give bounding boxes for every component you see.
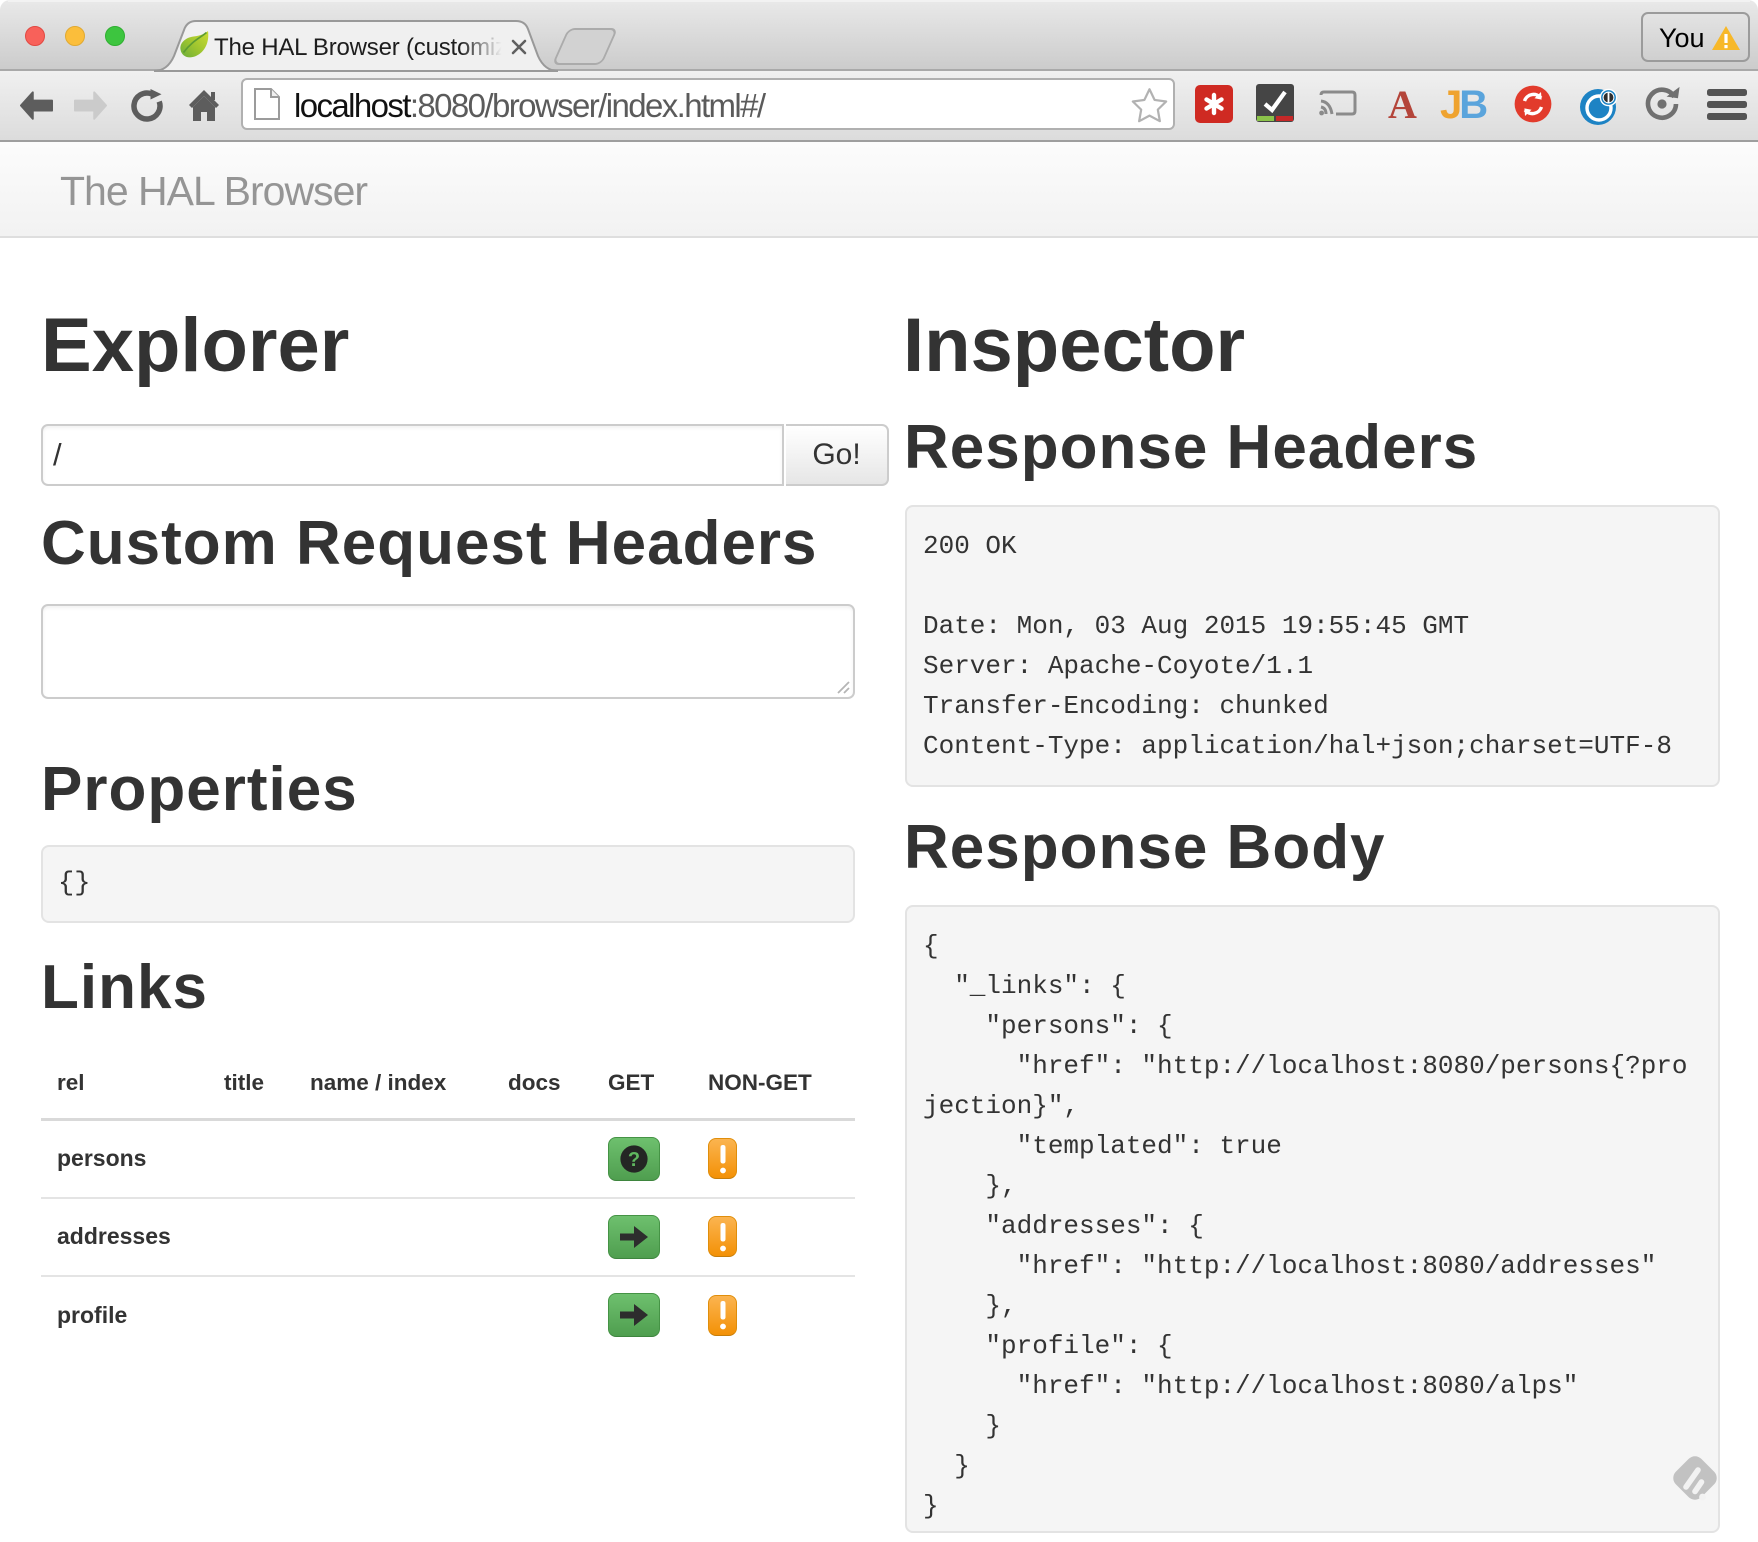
svg-text:?: ?	[628, 1149, 640, 1171]
